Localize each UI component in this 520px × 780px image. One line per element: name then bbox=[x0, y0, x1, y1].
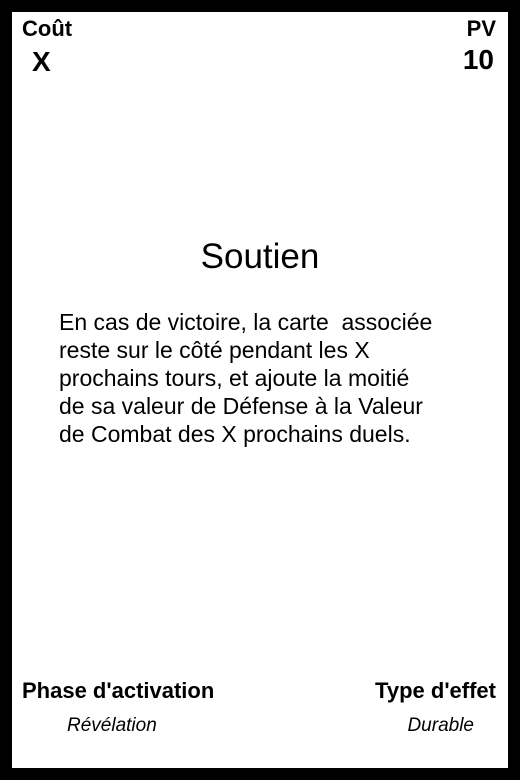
hp-value: 10 bbox=[462, 44, 494, 75]
card-title: Soutien bbox=[200, 237, 320, 276]
effect-type-value: Durable bbox=[407, 715, 474, 736]
cost-value: X bbox=[32, 46, 51, 77]
card-description: En cas de victoire, la carte associée re… bbox=[59, 309, 433, 447]
effect-type-label: Type d'effet bbox=[375, 678, 496, 703]
card: Coût X PV 10 Soutien En cas de victoire,… bbox=[12, 12, 508, 768]
hp-label: PV bbox=[466, 16, 496, 41]
activation-phase-label: Phase d'activation bbox=[22, 678, 215, 703]
cost-label: Coût bbox=[22, 16, 73, 41]
activation-phase-value: Révélation bbox=[67, 715, 157, 736]
